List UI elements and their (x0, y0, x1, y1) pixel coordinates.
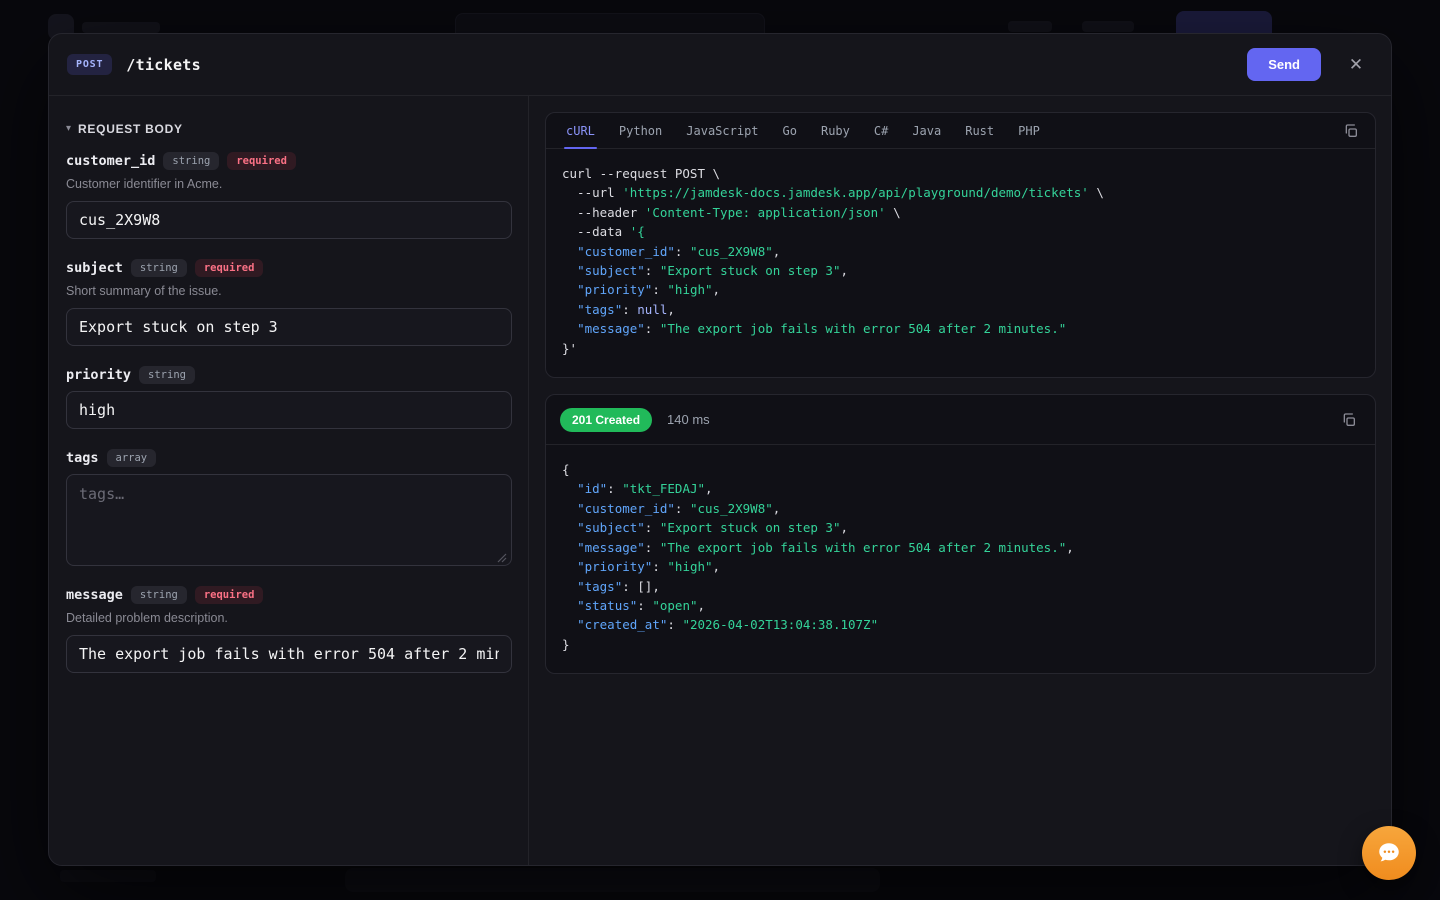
required-badge: required (195, 586, 264, 604)
type-badge: string (163, 152, 219, 170)
field-head: priority string (66, 366, 512, 384)
code-line: "subject": "Export stuck on step 3", (562, 261, 1359, 280)
code-sample-card: cURLPythonJavaScriptGoRubyC#JavaRustPHP … (545, 112, 1376, 378)
required-badge: required (227, 152, 296, 170)
copy-icon (1343, 123, 1359, 139)
request-body-fields: customer_idstringrequiredCustomer identi… (66, 152, 512, 673)
code-line: --url 'https://jamdesk-docs.jamdesk.app/… (562, 183, 1359, 202)
field-message: message string required Detailed problem de… (66, 586, 512, 673)
type-badge: string (131, 259, 187, 277)
tab-java[interactable]: Java (900, 113, 953, 148)
request-body-panel: ▾ REQUEST BODY customer_idstringrequired… (49, 96, 529, 865)
code-line: } (562, 635, 1359, 654)
code-line: }' (562, 339, 1359, 358)
request-body-section-head[interactable]: ▾ REQUEST BODY (66, 122, 512, 136)
tab-php[interactable]: PHP (1006, 113, 1052, 148)
language-tabs: cURLPythonJavaScriptGoRubyC#JavaRustPHP (554, 113, 1052, 148)
code-line: --data '{ (562, 222, 1359, 241)
code-line: "message": "The export job fails with er… (562, 538, 1359, 557)
field-customer_id: customer_id string required Customer identi… (66, 152, 512, 239)
code-line: curl --request POST \ (562, 164, 1359, 183)
field-name: tags (66, 450, 99, 466)
copy-icon (1341, 412, 1357, 428)
field-head: subject string required (66, 259, 512, 277)
response-header: 201 Created 140 ms (546, 395, 1375, 445)
tab-rust[interactable]: Rust (953, 113, 1006, 148)
code-line: "customer_id": "cus_2X9W8", (562, 499, 1359, 518)
field-description: Customer identifier in Acme. (66, 177, 512, 191)
status-badge: 201 Created (560, 408, 652, 432)
field-name: priority (66, 367, 131, 383)
code-line: "tags": [], (562, 577, 1359, 596)
copy-code-button[interactable] (1339, 119, 1363, 143)
language-tabbar: cURLPythonJavaScriptGoRubyC#JavaRustPHP (546, 113, 1375, 149)
api-playground-modal: POST /tickets Send ✕ ▾ REQUEST BODY cust… (48, 33, 1392, 866)
code-line: "subject": "Export stuck on step 3", (562, 518, 1359, 537)
code-line: "created_at": "2026-04-02T13:04:38.107Z" (562, 615, 1359, 634)
code-response-panel: cURLPythonJavaScriptGoRubyC#JavaRustPHP … (529, 96, 1391, 865)
field-name: subject (66, 260, 123, 276)
code-line: "id": "tkt_FEDAJ", (562, 479, 1359, 498)
tab-curl[interactable]: cURL (554, 113, 607, 148)
type-badge: array (107, 449, 157, 467)
field-input-message[interactable] (66, 635, 512, 673)
response-json-block: { "id": "tkt_FEDAJ", "customer_id": "cus… (546, 445, 1375, 673)
type-badge: string (139, 366, 195, 384)
close-button[interactable]: ✕ (1341, 50, 1371, 80)
code-line: "tags": null, (562, 300, 1359, 319)
tab-python[interactable]: Python (607, 113, 674, 148)
code-line: "priority": "high", (562, 280, 1359, 299)
field-input-tags[interactable] (66, 474, 512, 566)
field-input-priority[interactable] (66, 391, 512, 429)
chat-launcher-button[interactable] (1362, 826, 1416, 880)
field-priority: priority string (66, 366, 512, 429)
field-input-subject[interactable] (66, 308, 512, 346)
code-line: "status": "open", (562, 596, 1359, 615)
screen: POST /tickets Send ✕ ▾ REQUEST BODY cust… (0, 0, 1440, 900)
code-line: --header 'Content-Type: application/json… (562, 203, 1359, 222)
textarea-wrap (66, 474, 512, 566)
curl-code-block: curl --request POST \ --url 'https://jam… (546, 149, 1375, 377)
tab-c[interactable]: C# (862, 113, 900, 148)
field-head: tags array (66, 449, 512, 467)
tab-ruby[interactable]: Ruby (809, 113, 862, 148)
chat-bubble-icon (1376, 840, 1402, 866)
request-body-title: REQUEST BODY (78, 122, 183, 136)
field-tags: tags array (66, 449, 512, 566)
response-latency: 140 ms (667, 412, 710, 427)
field-input-customer_id[interactable] (66, 201, 512, 239)
code-line: { (562, 460, 1359, 479)
http-method-badge: POST (67, 54, 112, 75)
field-subject: subject string required Short summary of th… (66, 259, 512, 346)
modal-body: ▾ REQUEST BODY customer_idstringrequired… (49, 96, 1391, 865)
response-card: 201 Created 140 ms { "id": "tkt_FEDAJ", … (545, 394, 1376, 674)
tab-javascript[interactable]: JavaScript (674, 113, 770, 148)
modal-header: POST /tickets Send ✕ (49, 34, 1391, 96)
send-button[interactable]: Send (1247, 48, 1321, 81)
type-badge: string (131, 586, 187, 604)
field-name: customer_id (66, 153, 155, 169)
required-badge: required (195, 259, 264, 277)
field-head: customer_id string required (66, 152, 512, 170)
close-icon: ✕ (1349, 55, 1363, 74)
field-description: Short summary of the issue. (66, 284, 512, 298)
tab-go[interactable]: Go (771, 113, 809, 148)
chevron-down-icon: ▾ (66, 124, 71, 134)
endpoint-path: /tickets (126, 56, 201, 74)
code-line: "priority": "high", (562, 557, 1359, 576)
field-head: message string required (66, 586, 512, 604)
field-description: Detailed problem description. (66, 611, 512, 625)
copy-response-button[interactable] (1337, 408, 1361, 432)
code-line: "customer_id": "cus_2X9W8", (562, 242, 1359, 261)
field-name: message (66, 587, 123, 603)
code-line: "message": "The export job fails with er… (562, 319, 1359, 338)
